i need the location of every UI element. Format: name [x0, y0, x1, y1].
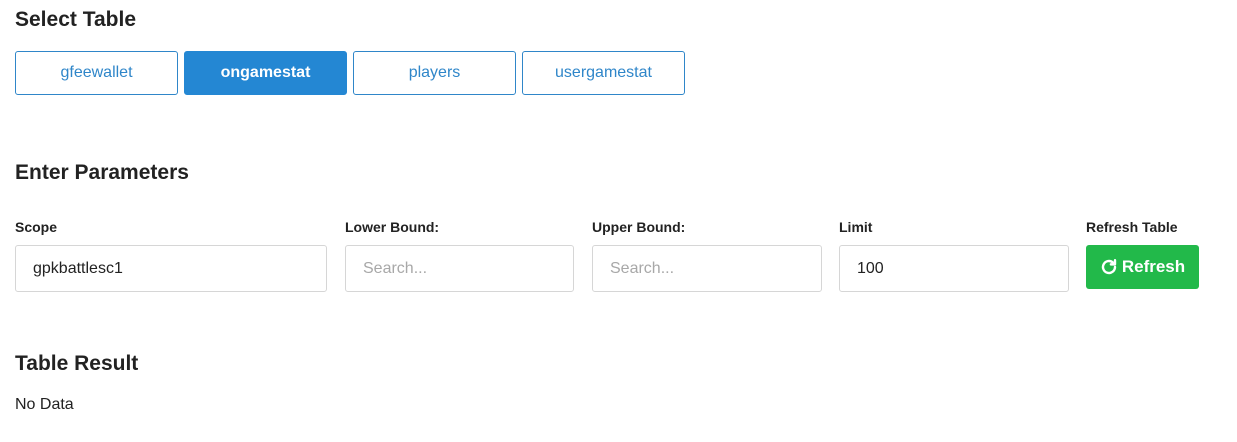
upper-bound-label: Upper Bound: — [592, 219, 686, 235]
refresh-button[interactable]: Refresh — [1086, 245, 1199, 289]
table-selector: gfeewallet ongamestat players usergamest… — [15, 51, 685, 95]
enter-parameters-heading: Enter Parameters — [15, 161, 189, 184]
table-button-ongamestat[interactable]: ongamestat — [184, 51, 347, 95]
refresh-button-label: Refresh — [1121, 257, 1186, 276]
scope-label: Scope — [15, 219, 58, 235]
upper-bound-input[interactable] — [592, 245, 822, 292]
no-data-message: No Data — [15, 396, 74, 413]
select-table-heading: Select Table — [15, 8, 136, 31]
table-button-usergamestat[interactable]: usergamestat — [522, 51, 685, 95]
table-button-players[interactable]: players — [353, 51, 516, 95]
scope-input[interactable] — [15, 245, 327, 292]
table-result-heading: Table Result — [15, 352, 139, 375]
refresh-icon — [1100, 258, 1118, 276]
lower-bound-label: Lower Bound: — [345, 219, 440, 235]
table-button-gfeewallet[interactable]: gfeewallet — [15, 51, 178, 95]
limit-label: Limit — [839, 219, 873, 235]
refresh-table-label: Refresh Table — [1086, 219, 1178, 235]
lower-bound-input[interactable] — [345, 245, 574, 292]
limit-input[interactable] — [839, 245, 1069, 292]
